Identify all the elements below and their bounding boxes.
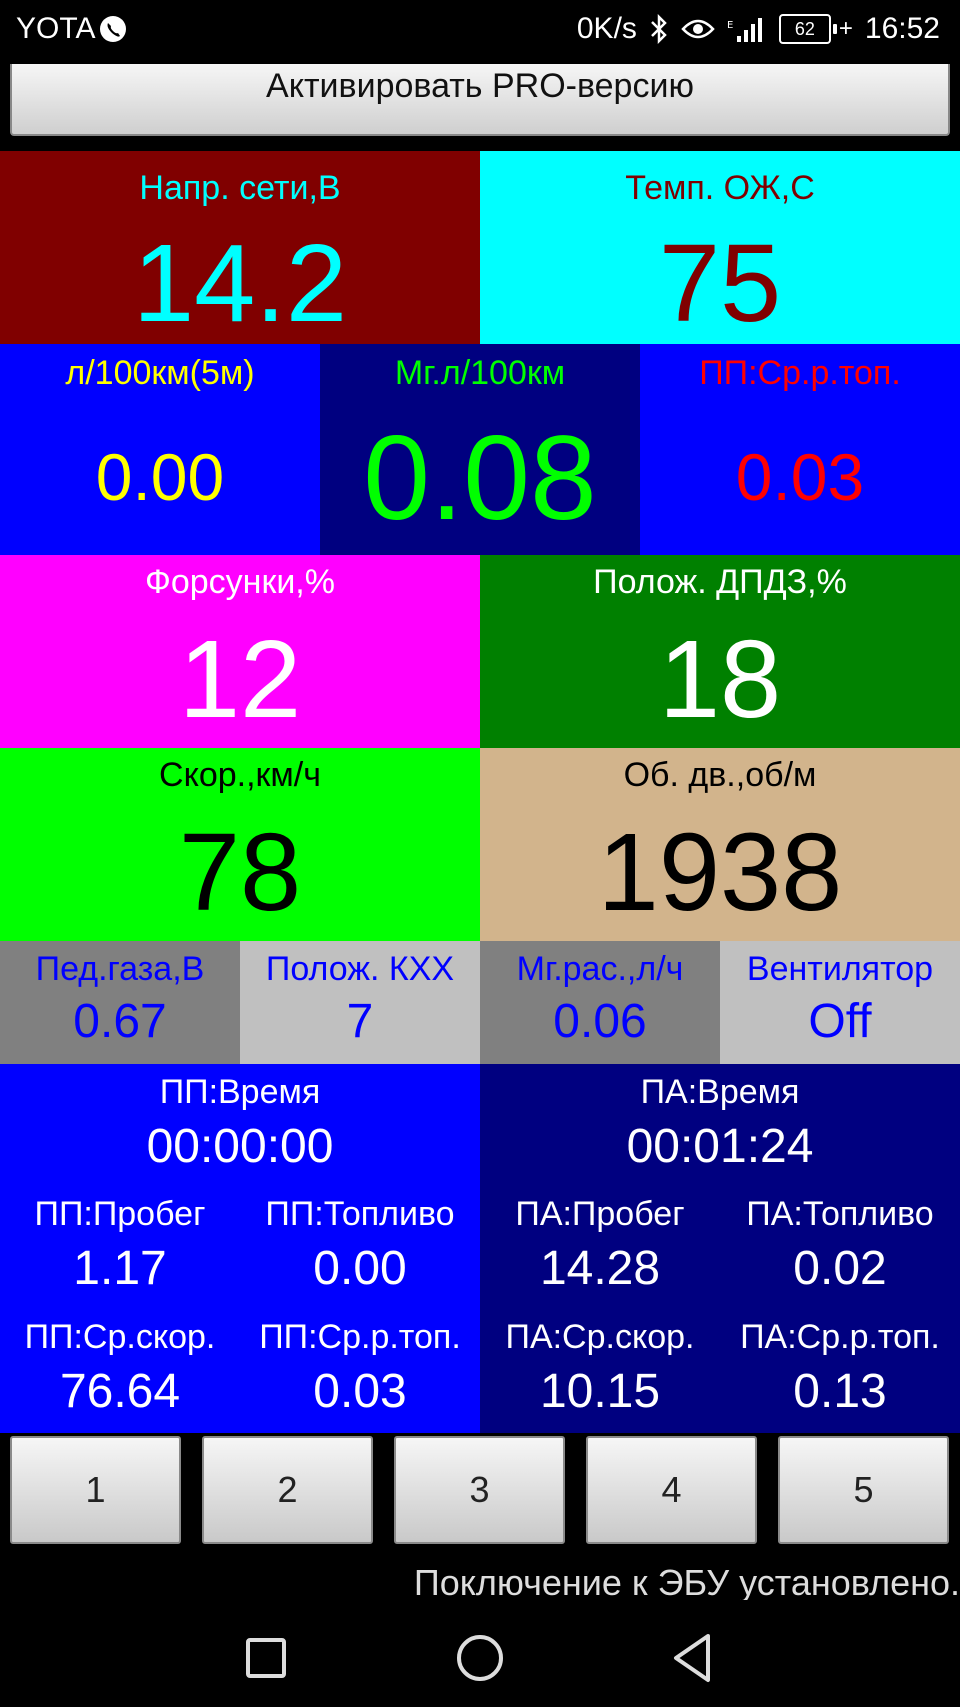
tile-rpm[interactable]: Об. дв.,об/м 1938 [480,748,960,941]
tile-instant-fuel[interactable]: Мг.л/100км 0.08 [320,344,640,555]
bluetooth-icon [649,14,669,44]
tile-fan[interactable]: Вентилятор Off [720,941,960,1064]
activate-pro-button[interactable]: Активировать PRO-версию [10,64,950,136]
trip-time-value: 00:01:24 [626,1120,814,1173]
status-bar: YOTA 0K/s E 62 + 16:52 [0,0,960,64]
trip-fuel-value: 0.00 [313,1242,407,1295]
trip-fuel-label: ПА:Топливо [746,1195,934,1233]
tile-label: Вентилятор [746,950,934,988]
trip-avg-fuel-value: 0.03 [313,1365,407,1418]
tile-trip-avg-fuel[interactable]: ПП:Ср.р.топ. 0.03 [640,344,960,555]
home-button[interactable] [454,1632,506,1684]
tile-label: Темп. ОЖ,С [625,169,815,207]
trip-distance-label: ПА:Пробег [515,1195,685,1233]
battery-level: 62 [778,14,831,44]
trip-fuel-label: ПП:Топливо [265,1195,455,1233]
carrier-group: YOTA [16,12,127,46]
tile-speed[interactable]: Скор.,км/ч 78 [0,748,480,941]
page-button-2[interactable]: 2 [202,1436,373,1544]
tile-label: Об. дв.,об/м [623,756,817,794]
tile-value: 0.03 [735,440,865,514]
page-button-1[interactable]: 1 [10,1436,181,1544]
circle-icon [457,1635,503,1681]
trip-avg-fuel-value: 0.13 [793,1365,887,1418]
tile-throttle-position[interactable]: Полож. ДПДЗ,% 18 [480,555,960,748]
tile-value: 1938 [597,811,843,934]
tile-gas-pedal[interactable]: Пед.газа,В 0.67 [0,941,240,1064]
trip-pa-panel[interactable]: ПА:Время 00:01:24 ПА:Пробег 14.28 ПА:Топ… [480,1064,960,1433]
trip-fuel-value: 0.02 [793,1242,887,1295]
trip-time-label: ПП:Время [159,1073,321,1111]
tile-label: Напр. сети,В [139,169,341,207]
navigation-bar [0,1600,960,1707]
tile-fuel-5min[interactable]: л/100км(5м) 0.00 [0,344,320,555]
tile-value: 7 [346,995,374,1048]
tile-label: Полож. КХХ [265,950,455,988]
trip-avg-speed-value: 76.64 [59,1365,181,1418]
page-button-5[interactable]: 5 [778,1436,949,1544]
tile-label: Пед.газа,В [35,950,205,988]
carrier-name: YOTA [16,12,96,45]
back-button[interactable] [670,1632,714,1684]
tile-value: 75 [658,222,782,345]
tile-label: л/100км(5м) [65,354,255,392]
tile-value: 18 [658,618,782,741]
eye-icon [681,17,715,41]
tile-voltage[interactable]: Напр. сети,В 14.2 [0,151,480,344]
signal-icon: E [727,14,767,44]
tile-value: 0.67 [73,995,167,1048]
tile-label: Мг.л/100км [394,354,566,392]
tile-label: Мг.рас.,л/ч [516,950,684,988]
trip-time-label: ПА:Время [640,1073,800,1111]
trip-avg-speed-label: ПА:Ср.скор. [505,1318,695,1356]
tile-value: Off [808,995,872,1048]
status-right: 0K/s E 62 + 16:52 [577,12,940,46]
square-icon [246,1638,286,1678]
tile-label: Форсунки,% [145,563,335,601]
trip-time-value: 00:00:00 [146,1120,334,1173]
trip-distance-value: 14.28 [539,1242,661,1295]
tile-value: 0.06 [553,995,647,1048]
wifi-calling-icon [99,15,127,43]
tile-label: ПП:Ср.р.топ. [699,354,901,392]
battery-icon: 62 + [778,14,853,44]
tile-value: 0.08 [363,411,597,545]
tile-idle-valve[interactable]: Полож. КХХ 7 [240,941,480,1064]
tile-label: Скор.,км/ч [159,756,321,794]
trip-avg-fuel-label: ПА:Ср.р.топ. [740,1318,940,1356]
recent-apps-button[interactable] [244,1636,288,1680]
tile-coolant-temp[interactable]: Темп. ОЖ,С 75 [480,151,960,344]
net-speed: 0K/s [576,12,637,45]
clock: 16:52 [864,12,940,45]
trip-avg-fuel-label: ПП:Ср.р.топ. [259,1318,461,1356]
connection-status: Поключение к ЭБУ установлено. [413,1562,960,1603]
trip-distance-value: 1.17 [73,1242,167,1295]
tile-value: 78 [178,811,302,934]
tile-value: 14.2 [132,222,348,345]
trip-avg-speed-value: 10.15 [539,1365,661,1418]
page-button-3[interactable]: 3 [394,1436,565,1544]
tile-value: 0.00 [95,440,225,514]
tile-label: Полож. ДПДЗ,% [593,563,847,601]
page-button-4[interactable]: 4 [586,1436,757,1544]
tile-injectors[interactable]: Форсунки,% 12 [0,555,480,748]
trip-distance-label: ПП:Пробег [34,1195,206,1233]
triangle-back-icon [674,1634,710,1682]
svg-text:E: E [727,20,733,31]
trip-avg-speed-label: ПП:Ср.скор. [24,1318,216,1356]
tile-value: 12 [178,618,302,741]
trip-pp-panel[interactable]: ПП:Время 00:00:00 ПП:Пробег 1.17 ПП:Топл… [0,1064,480,1433]
tile-fuel-per-hour[interactable]: Мг.рас.,л/ч 0.06 [480,941,720,1064]
